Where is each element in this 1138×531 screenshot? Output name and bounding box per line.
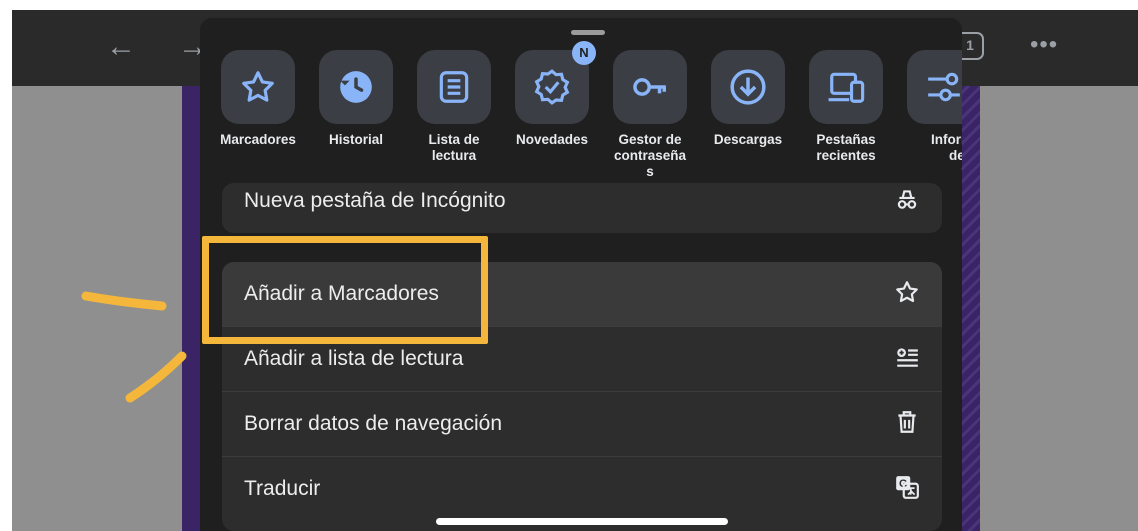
shortcut-info-sitio[interactable]: Informac del sit web xyxy=(900,50,962,180)
trash-icon xyxy=(898,411,916,433)
shortcut-descargas[interactable]: Descargas xyxy=(704,50,792,148)
shortcut-label: Pestañas recientes xyxy=(816,132,876,163)
home-indicator xyxy=(436,518,728,525)
shortcut-lista-lectura[interactable]: Lista de lectura xyxy=(410,50,498,164)
reading-list-icon xyxy=(439,71,469,103)
clear-browsing-data-item[interactable]: Borrar datos de navegación xyxy=(222,392,942,457)
menu-item-label: Nueva pestaña de Incógnito xyxy=(244,189,506,212)
shortcut-novedades[interactable]: N Novedades xyxy=(508,41,596,148)
incognito-icon xyxy=(897,190,917,209)
annotation-highlight-box xyxy=(202,236,488,344)
shortcut-historial[interactable]: Historial xyxy=(312,50,400,148)
shortcut-label: Historial xyxy=(328,132,383,147)
shortcut-label: Informac del sit web xyxy=(930,132,962,179)
translate-icon: G xyxy=(896,476,919,499)
history-icon xyxy=(340,71,372,103)
shortcut-pestanas-recientes[interactable]: Pestañas recientes xyxy=(802,50,890,164)
shortcut-label: Descargas xyxy=(713,132,783,147)
devices-icon xyxy=(828,72,865,103)
star-icon xyxy=(242,71,274,102)
key-icon xyxy=(633,78,666,96)
menu-item-label: Borrar datos de navegación xyxy=(244,412,502,435)
add-reading-list-icon xyxy=(897,348,918,367)
sheet-grabber[interactable] xyxy=(571,30,605,35)
whats-new-icon xyxy=(534,69,570,105)
menu-item-label: Traducir xyxy=(244,477,321,500)
shortcut-label: Marcadores xyxy=(220,132,296,147)
site-info-icon xyxy=(928,72,960,102)
incognito-card: Nueva pestaña de Incógnito xyxy=(222,183,942,233)
star-outline-icon xyxy=(896,281,918,303)
shortcut-marcadores[interactable]: Marcadores xyxy=(214,50,302,148)
shortcut-label: Gestor de contraseña s xyxy=(613,132,687,179)
shortcut-label: Lista de lectura xyxy=(428,132,480,163)
shortcut-gestor-contrasenas[interactable]: Gestor de contraseña s xyxy=(606,50,694,180)
shortcut-label: Novedades xyxy=(515,132,589,147)
translate-item[interactable]: Traducir G xyxy=(222,457,942,521)
menu-item-label: Añadir a lista de lectura xyxy=(244,347,464,370)
download-icon xyxy=(730,69,766,105)
new-badge: N xyxy=(572,41,596,65)
new-incognito-tab-item[interactable]: Nueva pestaña de Incógnito xyxy=(222,183,942,233)
